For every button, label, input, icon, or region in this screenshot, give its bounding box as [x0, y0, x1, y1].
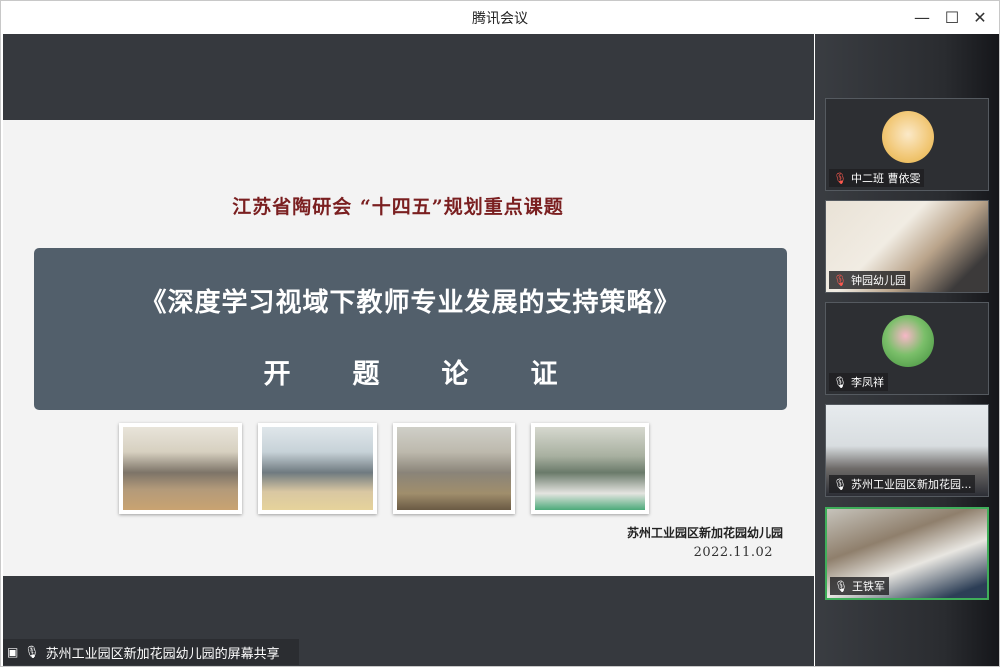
shared-screen-area: 江苏省陶研会 “十四五”规划重点课题 《深度学习视域下教师专业发展的支持策略》 … [3, 34, 814, 666]
presentation-slide: 江苏省陶研会 “十四五”规划重点课题 《深度学习视域下教师专业发展的支持策略》 … [3, 120, 814, 576]
participant-tile[interactable]: 🎙 苏州工业园区新加花园... [825, 404, 989, 497]
slide-title-box: 《深度学习视域下教师专业发展的支持策略》 开题论证 [34, 248, 787, 410]
screen-share-label[interactable]: ▣ 🎙 苏州工业园区新加花园幼儿园的屏幕共享 [3, 639, 299, 665]
slide-photo [531, 423, 649, 514]
slide-photo [119, 423, 242, 514]
participant-name: 苏州工业园区新加花园... [850, 478, 972, 491]
microphone-icon: 🎙 [833, 375, 847, 389]
minimize-button[interactable]: — [906, 5, 938, 29]
classroom-photo [535, 427, 645, 510]
slide-organization: 苏州工业园区新加花园幼儿园 [626, 526, 783, 540]
slide-photo [258, 423, 377, 514]
participant-tile[interactable]: 🎙 中二班 曹依雯 [825, 98, 989, 191]
mic-muted-icon: 🎙 [833, 171, 847, 185]
classroom-photo [123, 427, 238, 510]
participant-name: 钟园幼儿园 [850, 274, 906, 287]
slide-photo [393, 423, 515, 514]
participant-name: 李凤祥 [850, 376, 884, 389]
title-bar: 腾讯会议 — ☐ ✕ [1, 1, 999, 33]
window-title: 腾讯会议 [472, 11, 528, 27]
participant-name-tag: 🎙 钟园幼儿园 [829, 271, 910, 289]
participant-tile-speaking[interactable]: 🎙 王铁军 [825, 507, 989, 600]
participant-name: 王铁军 [851, 580, 885, 593]
mic-muted-icon: 🎙 [833, 273, 847, 287]
slide-main-title: 《深度学习视域下教师专业发展的支持策略》 [140, 288, 681, 318]
screen-share-text: 苏州工业园区新加花园幼儿园的屏幕共享 [45, 646, 280, 662]
participant-tile[interactable]: 🎙 钟园幼儿园 [825, 200, 989, 293]
close-button[interactable]: ✕ [964, 5, 996, 29]
avatar [882, 111, 934, 163]
participant-name-tag: 🎙 苏州工业园区新加花园... [829, 475, 976, 493]
classroom-photo [262, 427, 373, 510]
slide-sub-title: 开题论证 [263, 359, 620, 390]
slide-subtitle: 江苏省陶研会 “十四五”规划重点课题 [232, 196, 564, 218]
slide-date: 2022.11.02 [693, 545, 773, 560]
participant-name-tag: 🎙 李凤祥 [829, 373, 888, 391]
meeting-window: 腾讯会议 — ☐ ✕ 江苏省陶研会 “十四五”规划重点课题 《深度学习视域下教师… [0, 0, 1000, 667]
participant-sidebar: 🎙 中二班 曹依雯 🎙 钟园幼儿园 🎙 李凤祥 🎙 苏州工业园区新加花园... [815, 34, 999, 666]
participant-name-tag: 🎙 中二班 曹依雯 [829, 169, 925, 187]
participant-tile[interactable]: 🎙 李凤祥 [825, 302, 989, 395]
avatar [882, 315, 934, 367]
participant-name-tag: 🎙 王铁军 [830, 577, 889, 595]
participant-name: 中二班 曹依雯 [850, 172, 921, 185]
microphone-icon: 🎙 [833, 477, 847, 491]
classroom-photo [397, 427, 511, 510]
microphone-icon: 🎙 [834, 579, 848, 593]
microphone-icon: 🎙 [24, 645, 40, 659]
screen-share-icon: ▣ [7, 645, 19, 659]
